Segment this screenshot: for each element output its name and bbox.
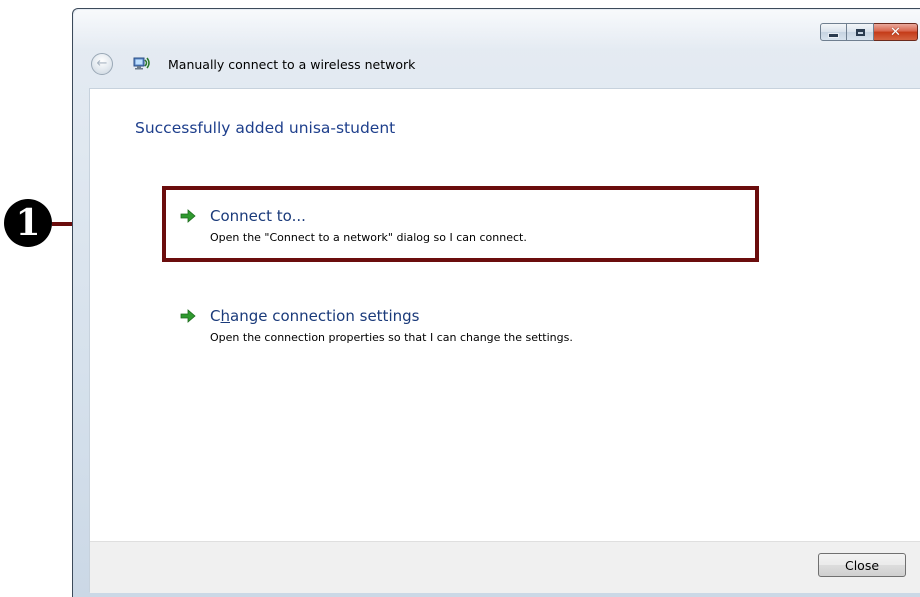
callout-number-text: 1 [15,202,41,244]
maximize-icon [855,28,865,36]
green-arrow-icon [180,309,196,323]
callout-highlight-box [162,186,759,262]
minimize-button[interactable] [820,23,847,41]
content-pane: Successfully added unisa-student Connect… [89,88,920,593]
page-heading: Successfully added unisa-student [135,119,396,137]
back-button[interactable]: ← [91,53,113,75]
dialog-window: ✕ ← Manually connect to a wireless netwo… [72,8,920,597]
back-arrow-icon: ← [96,56,108,71]
label-part-rest: ange connection settings [230,307,420,325]
wireless-network-icon [133,57,150,70]
close-icon: ✕ [890,24,901,40]
change-connection-settings-description: Open the connection properties so that I… [210,331,573,344]
label-part-c: C [210,307,221,325]
minimize-icon [828,32,839,38]
close-window-button[interactable]: ✕ [874,23,918,41]
change-connection-settings-label: Change connection settings [210,307,419,325]
close-button[interactable]: Close [818,553,906,577]
caption-buttons: ✕ [820,23,918,41]
title-bar-glass [74,10,920,50]
window-title: Manually connect to a wireless network [168,57,416,72]
maximize-button[interactable] [847,23,874,41]
label-part-h-underlined: h [220,307,230,325]
dialog-footer: Close [90,541,920,593]
callout-number-badge: 1 [4,199,52,247]
